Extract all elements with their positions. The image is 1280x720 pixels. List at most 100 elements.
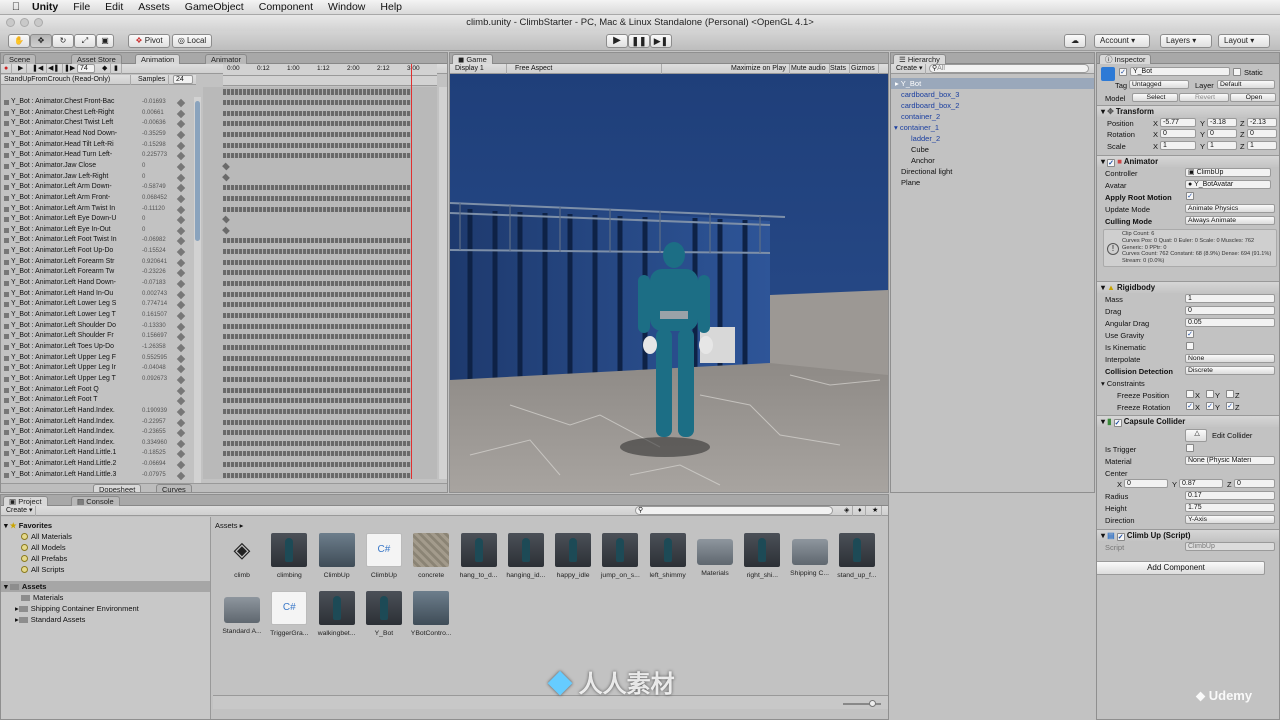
keyframe-diamond-icon[interactable] (176, 407, 186, 417)
asset-item[interactable]: C# ClimbUp (361, 533, 407, 579)
property-value[interactable]: 0.156697 (142, 331, 177, 342)
property-row[interactable]: Y_Bot : Animator.Left Lower Leg S 0.77471… (1, 299, 196, 310)
use-gravity-checkbox[interactable]: ✓ (1186, 330, 1194, 338)
menu-help[interactable]: Help (380, 1, 402, 13)
keyframe-diamond-icon[interactable] (176, 333, 186, 342)
property-row[interactable]: Y_Bot : Animator.Left Eye Down-U 0 (1, 214, 196, 225)
property-row[interactable]: Y_Bot : Animator.Left Toes Up-Do -1.26358 (1, 342, 196, 353)
zoom-slider-handle[interactable] (869, 700, 876, 707)
keyframe-diamond-icon[interactable] (176, 279, 186, 289)
keyframe-track[interactable] (223, 100, 411, 105)
freeze-rot-x-checkbox[interactable]: ✓ (1186, 402, 1194, 410)
freeze-pos-y-checkbox[interactable] (1206, 390, 1214, 398)
script-enabled-checkbox[interactable]: ✓ (1116, 533, 1125, 541)
tab-inspector[interactable]: ⓘ Inspector (1099, 54, 1152, 64)
model-open-button[interactable]: Open (1230, 93, 1276, 102)
property-row[interactable]: Y_Bot : Animator.Left Foot Q (1, 385, 196, 396)
tag-dropdown[interactable]: Untagged (1129, 80, 1189, 89)
keyframe-diamond-icon[interactable] (176, 471, 186, 480)
game-viewport[interactable] (450, 75, 888, 493)
dopesheet-row[interactable] (223, 448, 413, 459)
keyframe-track[interactable] (222, 162, 230, 171)
keyframe-track[interactable] (222, 215, 230, 224)
property-value[interactable]: -0.04048 (142, 363, 177, 374)
model-revert-button[interactable]: Revert (1179, 93, 1229, 102)
layout-dropdown[interactable]: Layout ▾ (1218, 34, 1270, 48)
property-value[interactable]: -0.22957 (142, 417, 177, 428)
property-scrollbar[interactable] (194, 97, 201, 485)
scale-tool-button[interactable]: ⤢ (74, 34, 96, 48)
local-toggle[interactable]: ◎ Local (172, 34, 212, 48)
property-row[interactable]: Y_Bot : Animator.Left Eye In-Out 0 (1, 225, 196, 236)
keyframe-diamond-icon[interactable] (176, 375, 186, 385)
keyframe-track[interactable] (223, 430, 411, 436)
rect-tool-button[interactable]: ▣ (96, 34, 114, 48)
asset-item[interactable]: left_shimmy (645, 533, 691, 579)
dopesheet-row[interactable] (223, 193, 413, 204)
freeze-rot-y-checkbox[interactable]: ✓ (1206, 402, 1214, 410)
center-y-field[interactable]: 0.87 (1179, 479, 1223, 488)
menu-window[interactable]: Window (328, 1, 365, 13)
property-row[interactable]: Y_Bot : Animator.Chest Left-Right 0.00661 (1, 108, 196, 119)
tab-project[interactable]: ▣ Project (3, 496, 48, 506)
mute-audio-toggle[interactable]: Mute audio (788, 64, 830, 74)
property-value[interactable]: -0.07183 (142, 278, 177, 289)
cloud-button[interactable]: ☁ (1064, 34, 1086, 48)
property-value[interactable]: -0.15524 (142, 246, 177, 257)
property-row[interactable]: Y_Bot : Animator.Left Hand.Index. -0.2365… (1, 427, 196, 438)
hierarchy-search-input[interactable]: ⚲All (929, 64, 1089, 73)
asset-item[interactable]: jump_on_s... (597, 533, 643, 579)
property-value[interactable]: 0.002743 (142, 289, 177, 300)
maximize-on-play-toggle[interactable]: Maximize on Play (728, 64, 790, 74)
menu-component[interactable]: Component (259, 1, 313, 13)
keyframe-track[interactable] (223, 313, 411, 318)
scale-z-field[interactable]: 1 (1247, 141, 1277, 150)
property-value[interactable]: -1.26358 (142, 342, 177, 353)
asset-item[interactable]: concrete (408, 533, 454, 579)
property-row[interactable]: Y_Bot : Animator.Left Hand.Little.1 -0.18… (1, 448, 196, 459)
asset-item[interactable]: YBotContro... (408, 591, 454, 637)
menu-file[interactable]: File (73, 1, 90, 13)
property-value[interactable]: 0.00661 (142, 108, 177, 119)
dopesheet-row[interactable] (223, 204, 413, 215)
keyframe-diamond-icon[interactable] (176, 290, 186, 299)
timeline-ruler[interactable]: 0:00 0:12 1:00 1:12 2:00 2:12 3:00 (223, 64, 437, 86)
property-value[interactable]: 0.092673 (142, 374, 177, 385)
dopesheet-row[interactable] (223, 182, 413, 193)
freeze-rot-z-checkbox[interactable]: ✓ (1226, 402, 1234, 410)
keyframe-track[interactable] (223, 281, 411, 287)
property-row[interactable]: Y_Bot : Animator.Left Hand.Little.3 -0.07… (1, 470, 196, 481)
samples-field[interactable]: 24 (173, 75, 193, 84)
property-value[interactable]: 0 (142, 172, 177, 183)
mass-field[interactable]: 1 (1185, 294, 1275, 303)
avatar-field[interactable]: ● Y_BotAvatar (1185, 180, 1271, 189)
dopesheet-row[interactable] (223, 267, 413, 278)
property-value[interactable]: -0.18525 (142, 448, 177, 459)
tab-asset-store[interactable]: Asset Store (71, 54, 122, 64)
keyframe-diamond-icon[interactable] (176, 152, 186, 161)
property-row[interactable]: Y_Bot : Animator.Head Turn Left- 0.225773 (1, 150, 196, 161)
asset-item[interactable]: stand_up_f... (834, 533, 880, 579)
keyframe-track[interactable] (223, 238, 411, 244)
dopesheet-row[interactable] (223, 406, 413, 417)
dopesheet-row[interactable] (223, 257, 413, 268)
asset-item[interactable]: happy_idle (550, 533, 596, 579)
dopesheet-row[interactable] (223, 321, 413, 332)
menu-gameobject[interactable]: GameObject (185, 1, 244, 13)
property-row[interactable]: Y_Bot : Animator.Left Foot T (1, 395, 196, 406)
display-dropdown[interactable]: Display 1 (452, 64, 507, 74)
tab-game[interactable]: ◼ Game (452, 54, 493, 64)
property-value[interactable]: 0.161507 (142, 310, 177, 321)
scroll-thumb[interactable] (195, 101, 200, 241)
property-row[interactable]: Y_Bot : Animator.Chest Front-Bac -0.01693 (1, 97, 196, 108)
position-z-field[interactable]: -2.13 (1247, 118, 1277, 127)
keyframe-diamond-icon[interactable] (176, 450, 186, 459)
material-field[interactable]: None (Physic Materi (1185, 456, 1275, 465)
keyframe-diamond-icon[interactable] (176, 205, 186, 214)
dopesheet-row[interactable] (223, 374, 413, 385)
collision-detection-dropdown[interactable]: Discrete (1185, 366, 1275, 375)
hierarchy-item-cardboard-box-3[interactable]: cardboard_box_3 (901, 90, 959, 100)
property-value[interactable]: -0.11120 (142, 204, 177, 215)
property-value[interactable]: -0.00636 (142, 118, 177, 129)
keyframe-track[interactable] (223, 291, 411, 297)
